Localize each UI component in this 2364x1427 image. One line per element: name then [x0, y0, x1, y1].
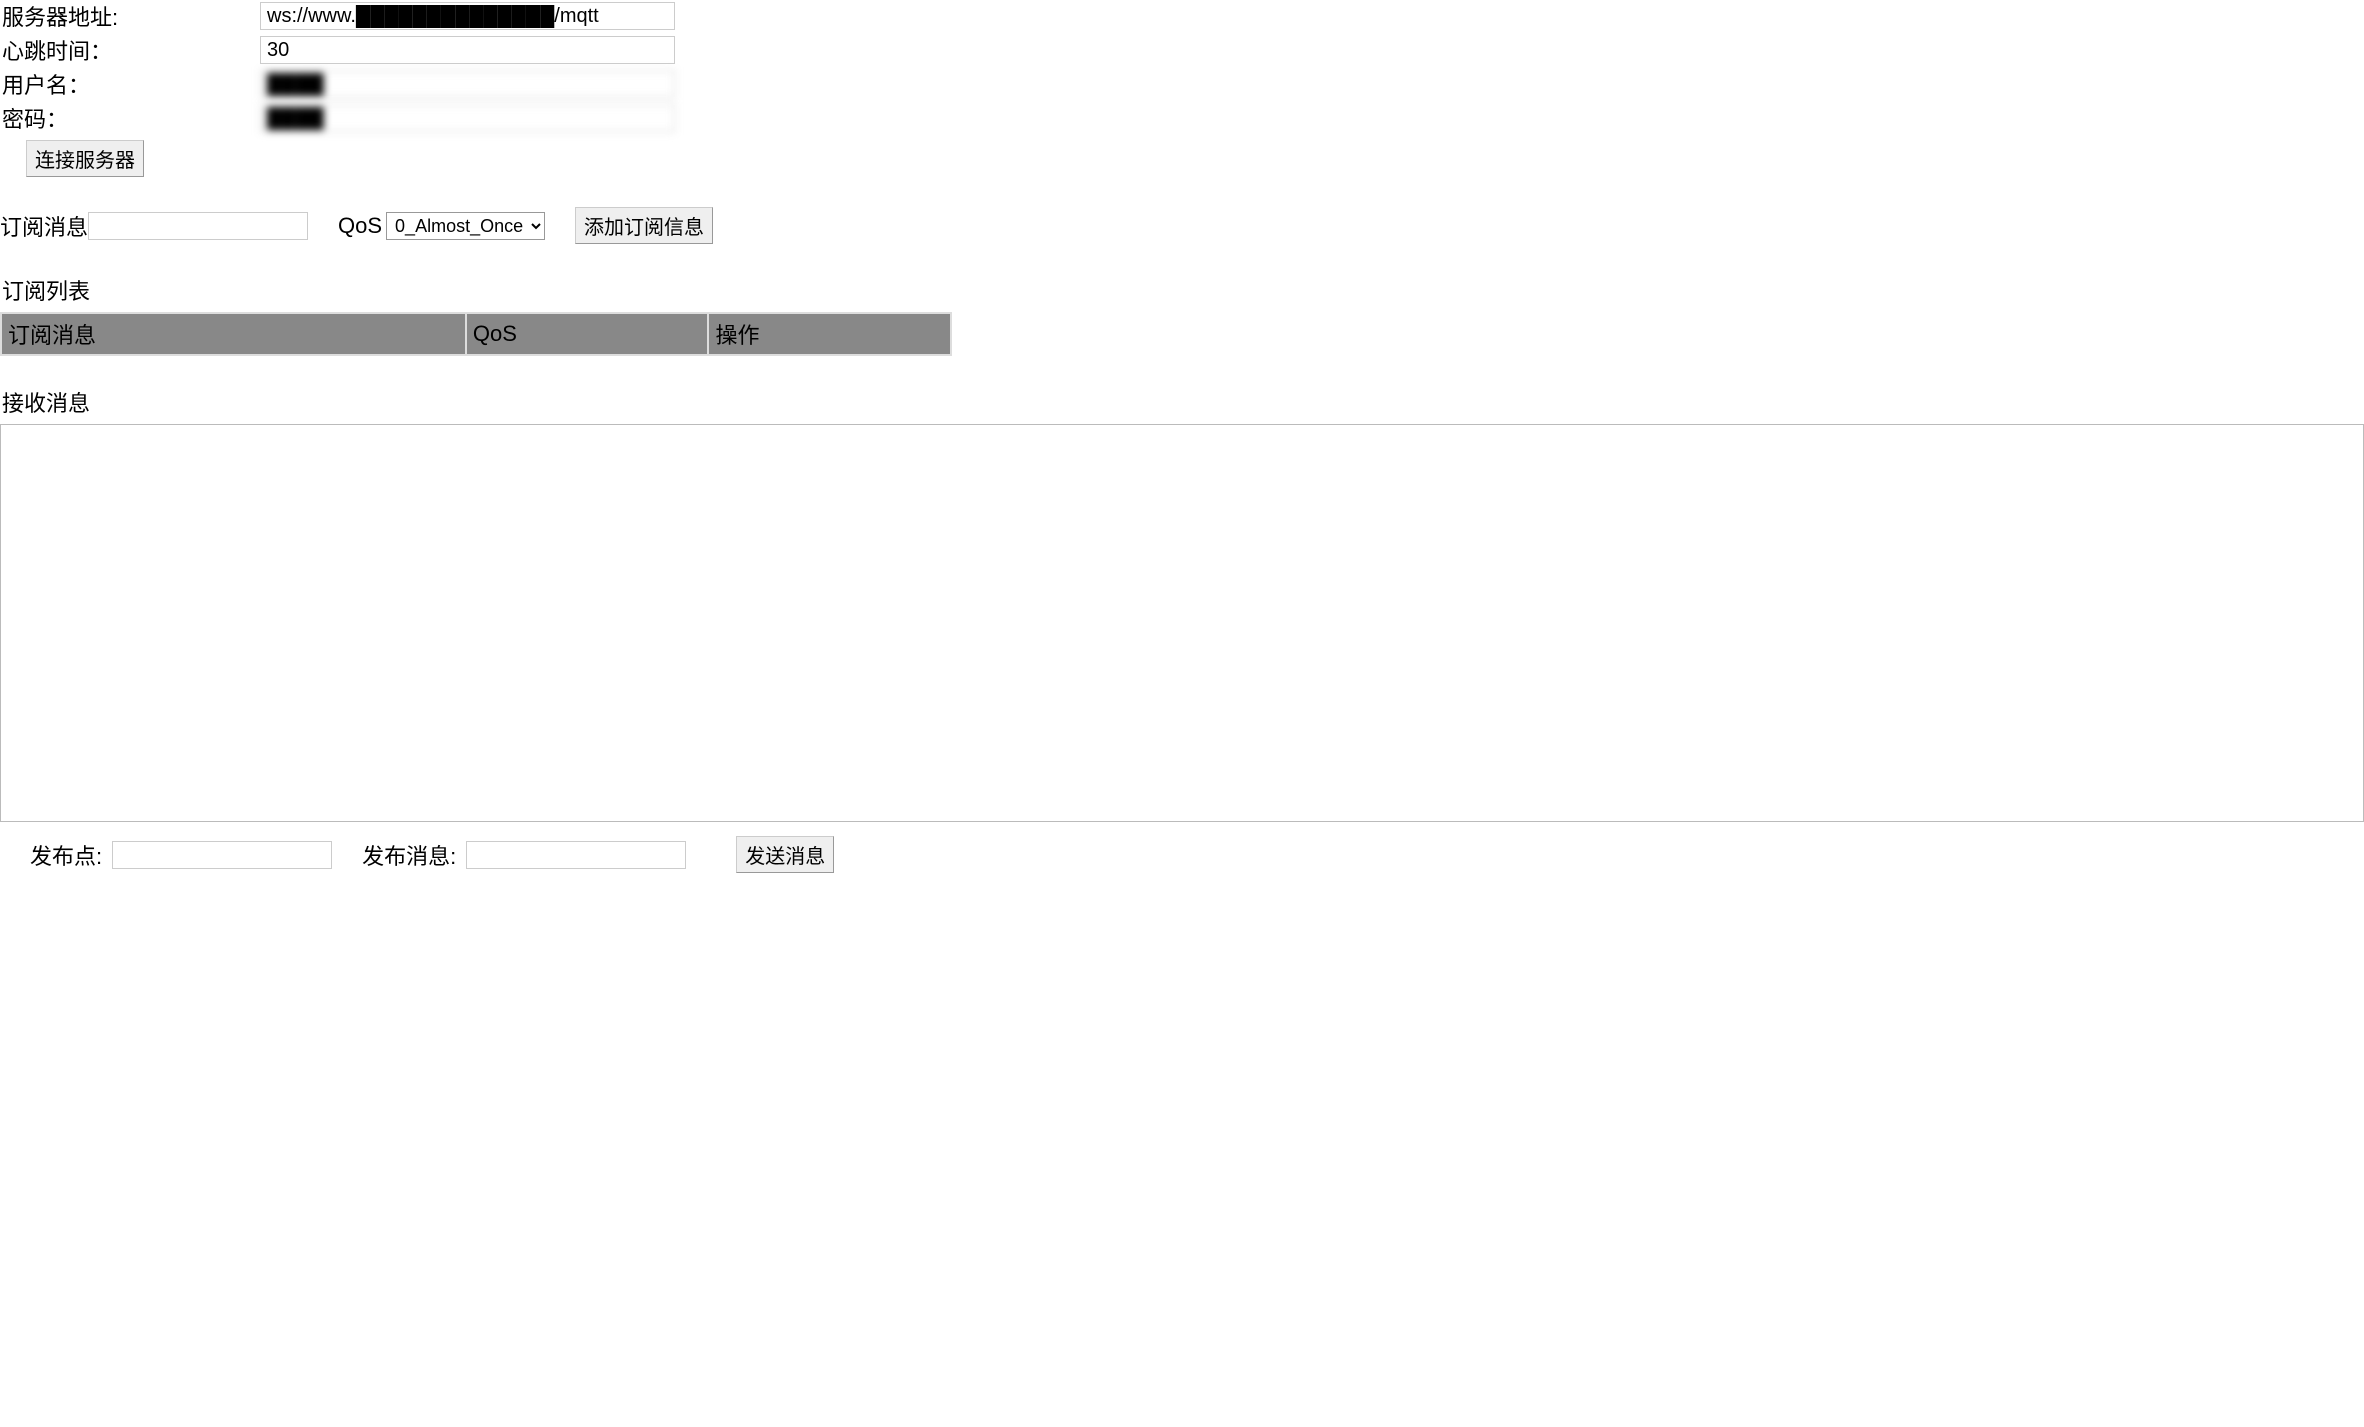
subscription-col-action: 操作	[708, 313, 951, 355]
qos-label: QoS	[338, 213, 382, 239]
subscribe-topic-input[interactable]	[88, 212, 308, 240]
qos-select[interactable]: 0_Almost_Once	[386, 212, 545, 240]
username-input[interactable]	[260, 70, 675, 98]
subscribe-topic-label: 订阅消息	[0, 210, 88, 242]
add-subscribe-button[interactable]: 添加订阅信息	[575, 207, 713, 244]
send-message-button[interactable]: 发送消息	[736, 836, 834, 873]
server-address-label: 服务器地址:	[0, 0, 260, 32]
publish-topic-input[interactable]	[112, 841, 332, 869]
username-label: 用户名：	[0, 68, 260, 100]
username-row: 用户名：	[0, 68, 2364, 100]
server-address-row: 服务器地址:	[0, 0, 2364, 32]
subscription-list-title: 订阅列表	[0, 274, 2364, 306]
password-label: 密码：	[0, 102, 260, 134]
password-input[interactable]	[260, 104, 675, 132]
receive-box[interactable]	[0, 424, 2364, 822]
subscription-col-qos: QoS	[466, 313, 709, 355]
server-address-input[interactable]	[260, 2, 675, 30]
connect-row: 连接服务器	[26, 140, 2364, 177]
publish-topic-label: 发布点:	[30, 839, 102, 871]
publish-message-input[interactable]	[466, 841, 686, 869]
subscription-col-topic: 订阅消息	[1, 313, 466, 355]
heartbeat-row: 心跳时间：	[0, 34, 2364, 66]
subscribe-row: 订阅消息 QoS 0_Almost_Once 添加订阅信息	[0, 207, 2364, 244]
subscription-table-header-row: 订阅消息 QoS 操作	[1, 313, 951, 355]
password-row: 密码：	[0, 102, 2364, 134]
publish-message-label: 发布消息:	[362, 839, 456, 871]
publish-row: 发布点: 发布消息: 发送消息	[0, 836, 2364, 873]
connect-button[interactable]: 连接服务器	[26, 140, 144, 177]
heartbeat-label: 心跳时间：	[0, 34, 260, 66]
receive-title: 接收消息	[0, 386, 2364, 418]
heartbeat-input[interactable]	[260, 36, 675, 64]
subscription-table: 订阅消息 QoS 操作	[0, 312, 952, 356]
